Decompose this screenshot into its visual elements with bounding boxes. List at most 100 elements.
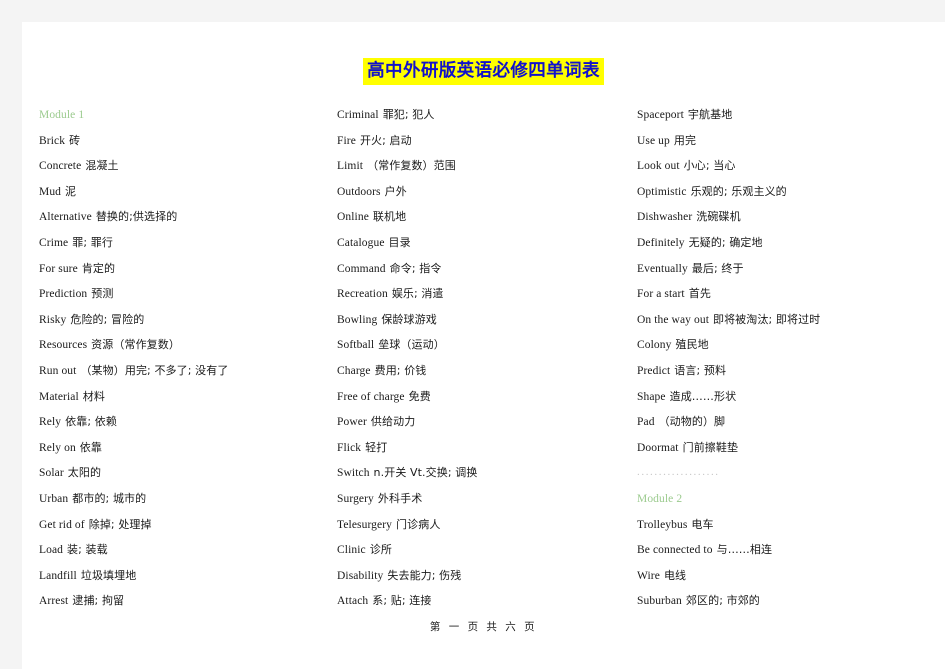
word-entry: Solar 太阳的 [39, 466, 322, 492]
word-english: Resources [39, 339, 88, 352]
word-english: Get rid of [39, 518, 85, 531]
word-chinese: 轻打 [365, 440, 388, 454]
word-english: Risky [39, 313, 67, 326]
word-entry: Trolleybus 电车 [637, 518, 945, 544]
word-english: Doormat [637, 441, 679, 454]
word-english: Telesurgery [337, 518, 393, 531]
word-english: For a start [637, 288, 685, 301]
word-entry: Colony 殖民地 [637, 338, 945, 364]
word-entry: Power 供给动力 [337, 415, 622, 441]
word-english: Module 2 [637, 492, 683, 505]
word-english: ................... [637, 466, 720, 479]
word-chinese: 户外 [384, 184, 407, 198]
module-heading: Module 1 [39, 108, 322, 134]
word-chinese: 用完 [673, 133, 697, 147]
word-english: Command [337, 262, 386, 275]
word-entry: Alternative 替换的;供选择的 [39, 210, 322, 236]
word-column-1: Module 1 Brick 砖 Concrete 混凝土 Mud 泥 Alternative… [22, 108, 322, 620]
word-chinese: 免费 [408, 389, 431, 403]
word-english: Use up [637, 134, 670, 147]
word-entry: Criminal 罪犯; 犯人 [337, 108, 622, 134]
word-chinese: 最后; 终于 [691, 261, 744, 275]
word-column-3: Spaceport 宇航基地 Use up 用完 Look out 小心; 当心 Optim… [622, 108, 945, 620]
word-english: Bowling [337, 313, 378, 326]
word-entry: Online 联机地 [337, 210, 622, 236]
word-entry: Outdoors 户外 [337, 185, 622, 211]
word-english: Landfill [39, 569, 77, 582]
word-chinese: 砖 [69, 133, 81, 147]
word-chinese: 电车 [691, 517, 714, 531]
word-entry: Run out （某物）用完; 不多了; 没有了 [39, 364, 322, 390]
word-entry: Catalogue 目录 [337, 236, 622, 262]
word-english: Optimistic [637, 185, 687, 198]
word-entry: Spaceport 宇航基地 [637, 108, 945, 134]
word-chinese: 垃圾填埋地 [80, 568, 137, 582]
word-chinese: （某物）用完; 不多了; 没有了 [80, 363, 229, 377]
word-entry: Telesurgery 门诊病人 [337, 518, 622, 544]
word-chinese: 都市的; 城市的 [72, 491, 147, 505]
word-english: Urban [39, 492, 69, 505]
word-entry: Recreation 娱乐; 消遣 [337, 287, 622, 313]
word-chinese: 造成……形状 [669, 389, 737, 403]
word-english: Load [39, 544, 64, 557]
word-list-columns: Module 1 Brick 砖 Concrete 混凝土 Mud 泥 Alternative… [22, 108, 945, 620]
document-page: 高中外研版英语必修四单词表 Module 1 Brick 砖 Concrete 混凝土 M… [22, 22, 945, 669]
word-english: Crime [39, 236, 69, 249]
word-chinese: 费用; 价钱 [374, 363, 427, 377]
dots-separator: ................... [637, 466, 945, 492]
word-chinese: 乐观的; 乐观主义的 [690, 184, 787, 198]
word-entry: Definitely 无疑的; 确定地 [637, 236, 945, 262]
word-chinese: 宇航基地 [687, 108, 733, 121]
word-english: Predict [637, 364, 671, 377]
word-chinese: 即将被淘汰; 即将过时 [712, 312, 821, 326]
word-entry: Concrete 混凝土 [39, 159, 322, 185]
word-chinese: 替换的;供选择的 [95, 210, 178, 224]
word-entry: Surgery 外科手术 [337, 492, 622, 518]
word-english: Solar [39, 467, 64, 480]
word-entry: Command 命令; 指令 [337, 262, 622, 288]
word-entry: Urban 都市的; 城市的 [39, 492, 322, 518]
word-chinese: 罪犯; 犯人 [382, 108, 435, 121]
word-entry: Eventually 最后; 终于 [637, 262, 945, 288]
word-chinese: 门前擦鞋垫 [682, 440, 739, 454]
word-english: Eventually [637, 262, 688, 275]
word-chinese: 小心; 当心 [683, 159, 736, 173]
word-entry: Landfill 垃圾填埋地 [39, 569, 322, 595]
word-entry: Wire 电线 [637, 569, 945, 595]
word-entry: Predict 语言; 预料 [637, 364, 945, 390]
page-title: 高中外研版英语必修四单词表 [363, 58, 604, 85]
word-column-2: Criminal 罪犯; 犯人 Fire 开火; 启动 Limit （常作复数）范围 Out… [322, 108, 622, 620]
word-entry: Switch n.开关 Vt.交换; 调换 [337, 466, 622, 492]
word-entry: Material 材料 [39, 390, 322, 416]
word-chinese: 资源（常作复数） [91, 338, 180, 352]
word-entry: Rely on 依靠 [39, 441, 322, 467]
word-chinese: 目录 [388, 235, 411, 249]
word-chinese: 垒球（运动） [378, 338, 445, 352]
word-entry: On the way out 即将被淘汰; 即将过时 [637, 313, 945, 339]
word-chinese: 太阳的 [67, 466, 102, 480]
word-chinese: 肯定的 [81, 261, 116, 275]
word-entry: Be connected to 与……相连 [637, 543, 945, 569]
word-english: Flick [337, 441, 362, 454]
word-chinese: 泥 [65, 184, 77, 198]
word-chinese: 首先 [688, 287, 711, 301]
word-english: Criminal [337, 109, 379, 121]
word-entry: Limit （常作复数）范围 [337, 159, 622, 185]
word-english: Shape [637, 390, 666, 403]
word-entry: Crime 罪; 罪行 [39, 236, 322, 262]
word-entry: Shape 造成……形状 [637, 390, 945, 416]
word-entry: Get rid of 除掉; 处理掉 [39, 518, 322, 544]
word-entry: Attach 系; 贴; 连接 [337, 594, 622, 620]
word-entry: Prediction 预测 [39, 287, 322, 313]
word-entry: Arrest 逮捕; 拘留 [39, 594, 322, 620]
word-english: Look out [637, 160, 680, 173]
word-chinese: （常作复数）范围 [367, 159, 456, 173]
word-english: Softball [337, 339, 375, 352]
word-chinese: （动物的）脚 [658, 415, 726, 429]
word-chinese: 洗碗碟机 [696, 210, 741, 224]
word-chinese: 除掉; 处理掉 [88, 517, 152, 531]
word-chinese: 外科手术 [377, 491, 423, 505]
word-chinese: 失去能力; 伤残 [387, 568, 462, 582]
word-entry: Brick 砖 [39, 134, 322, 160]
word-english: Power [337, 416, 367, 429]
